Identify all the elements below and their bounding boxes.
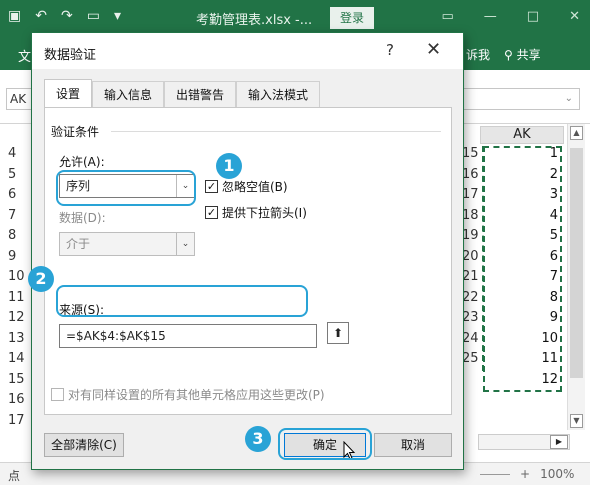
column-header-ak[interactable]: AK [480,126,564,144]
group-divider [111,131,441,132]
data-select: 介于 ⌄ [59,232,195,256]
checkmark-icon[interactable]: ✓ [205,180,218,193]
tell-me-box[interactable]: 诉我 [466,46,490,63]
expand-icon[interactable]: ⌄ [565,93,573,104]
row-header[interactable]: 4 [8,146,16,161]
vertical-scrollbar[interactable]: ▲ ▼ [567,124,585,430]
data-value: 介于 [66,237,91,251]
excel-title-bar: ▣ ↶ ↷ ▭ ▾ 考勤管理表.xlsx -... 登录 ▭ — □ ✕ [0,0,590,36]
status-text: 点 [8,469,21,483]
ribbon-tab-file[interactable]: 文 [18,46,31,65]
close-icon[interactable]: ✕ [426,39,441,60]
cell-aj[interactable]: 22 [462,290,482,305]
scroll-up-icon[interactable]: ▲ [570,126,583,140]
row-header[interactable]: 12 [8,310,25,325]
row-header[interactable]: 15 [8,372,25,387]
formula-input[interactable]: ⌄ [462,88,580,110]
validation-criteria-title: 验证条件 [51,125,100,139]
window-controls: ▭ — □ ✕ [442,9,581,24]
zoom-slider[interactable] [480,474,510,481]
row-header[interactable]: 9 [8,249,16,264]
cell-aj[interactable]: 19 [462,228,482,243]
scroll-right-icon[interactable]: ▶ [550,435,568,449]
checkmark-icon[interactable]: ✓ [205,206,218,219]
empty-checkbox-icon [51,388,64,401]
apply-all-label: 对有同样设置的所有其他单元格应用这些更改(P) [68,388,325,402]
ignore-blank-label: 忽略空值(B) [222,180,288,194]
dropdown-arrow-label: 提供下拉箭头(I) [222,206,307,220]
maximize-icon[interactable]: □ [527,9,539,24]
zoom-in-icon[interactable]: + [520,467,530,481]
chevron-down-icon: ⌄ [176,233,194,255]
ignore-blank-checkbox[interactable]: ✓ 忽略空值(B) [205,178,288,195]
cell-aj[interactable]: 25 [462,351,482,366]
copy-marquee [483,146,562,392]
dialog-title: 数据验证 [44,48,97,63]
close-window-icon[interactable]: ✕ [569,9,580,24]
minimize-icon[interactable]: — [484,9,497,24]
row-header[interactable]: 6 [8,187,16,202]
step1-badge: 1 [216,153,242,179]
workbook-title: 考勤管理表.xlsx -... [196,13,313,28]
open-icon[interactable]: ▭ [87,8,100,24]
cancel-button[interactable]: 取消 [374,433,452,457]
customize-icon[interactable]: ▾ [114,8,121,24]
zoom-control: + 100% [480,467,574,481]
cell-aj[interactable]: 17 [462,187,482,202]
data-validation-dialog: 数据验证 ? ✕ 设置 输入信息 出错警告 输入法模式 验证条件 允许(A): … [31,32,464,470]
copy-marquee-left [482,146,484,371]
redo-icon[interactable]: ↷ [61,8,73,24]
login-button[interactable]: 登录 [330,7,374,29]
row-header[interactable]: 7 [8,208,16,223]
row-header[interactable]: 8 [8,228,16,243]
tab-input-message[interactable]: 输入信息 [92,81,165,107]
cell-aj[interactable]: 24 [462,331,482,346]
cell-aj[interactable]: 23 [462,310,482,325]
step1-highlight [56,170,196,206]
allow-label: 允许(A): [59,155,105,169]
quick-access-toolbar: ▣ ↶ ↷ ▭ ▾ [8,8,121,24]
collapse-dialog-icon[interactable]: ⬆ [327,322,349,344]
dropdown-arrow-checkbox[interactable]: ✓ 提供下拉箭头(I) [205,204,307,221]
share-label: 共享 [516,48,541,62]
cell-aj[interactable]: 21 [462,269,482,284]
scroll-down-icon[interactable]: ▼ [570,414,583,428]
dialog-tabs: 设置 输入信息 出错警告 输入法模式 [44,79,321,108]
step3-highlight [278,428,372,460]
name-box[interactable]: AK [6,88,34,110]
step3-badge: 3 [245,426,271,452]
row-header[interactable]: 17 [8,413,25,428]
horizontal-scrollbar[interactable]: ▶ [478,434,570,450]
tab-error-alert[interactable]: 出错警告 [164,81,237,107]
tab-settings[interactable]: 设置 [44,79,93,108]
row-header[interactable]: 11 [8,290,25,305]
row-header[interactable]: 5 [8,167,16,182]
row-header[interactable]: 10 [8,269,25,284]
settings-panel: 验证条件 允许(A): 序列 ⌄ 数据(D): 介于 ⌄ ✓ 忽略空值(B) ✓… [44,107,452,415]
scroll-thumb[interactable] [570,148,583,378]
help-icon[interactable]: ? [386,41,394,59]
step2-badge: 2 [28,266,54,292]
dialog-title-bar: 数据验证 ? ✕ [32,33,463,69]
share-button[interactable]: ⚲ 共享 [504,46,541,63]
ribbon-display-icon[interactable]: ▭ [442,9,454,24]
tab-ime-mode[interactable]: 输入法模式 [236,81,321,107]
zoom-level[interactable]: 100% [540,467,574,481]
apply-all-checkbox: 对有同样设置的所有其他单元格应用这些更改(P) [51,386,325,403]
data-label: 数据(D): [59,211,106,225]
cell-aj[interactable]: 15 [462,146,482,161]
user-icon: ⚲ [504,48,513,62]
row-header[interactable]: 13 [8,331,25,346]
clear-all-button[interactable]: 全部清除(C) [44,433,124,457]
undo-icon[interactable]: ↶ [35,8,47,24]
cell-aj[interactable]: 16 [462,167,482,182]
save-icon[interactable]: ▣ [8,8,21,24]
step2-highlight [56,285,308,317]
cell-aj[interactable]: 20 [462,249,482,264]
row-header[interactable]: 14 [8,351,25,366]
cell-aj[interactable]: 18 [462,208,482,223]
source-input[interactable]: =$AK$4:$AK$15 [59,324,317,348]
row-header[interactable]: 16 [8,392,25,407]
